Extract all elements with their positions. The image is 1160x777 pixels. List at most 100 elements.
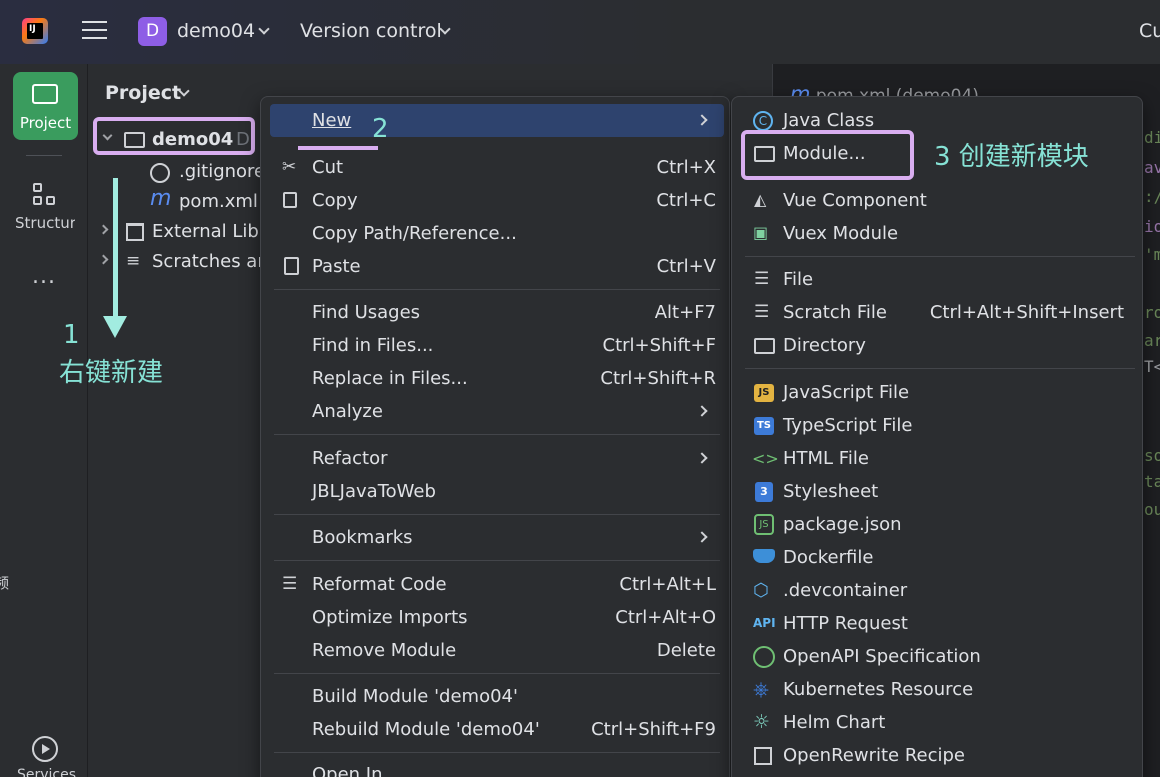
- cut-icon: ✂: [282, 157, 297, 177]
- menu-item-label: Stylesheet: [783, 481, 879, 502]
- menu-item-analyze[interactable]: Analyze: [282, 395, 716, 428]
- menu-item-label: OpenAPI Specification: [783, 646, 981, 667]
- menu-separator: [274, 289, 720, 290]
- tree-item-label: .gitignore: [179, 161, 266, 182]
- menu-item-label: Cut: [312, 157, 344, 178]
- menu-item-bookmarks[interactable]: Bookmarks: [282, 521, 716, 554]
- menu-item-optimize-imports[interactable]: Optimize Imports Ctrl+Alt+O: [282, 601, 716, 634]
- menu-item-remove-module[interactable]: Remove Module Delete: [282, 634, 716, 667]
- submenu-arrow-icon: [696, 531, 708, 543]
- html-icon: <>: [752, 449, 779, 468]
- menu-item-refactor[interactable]: Refactor: [282, 442, 716, 475]
- css-icon: 3: [755, 482, 773, 502]
- menu-item-shortcut: Ctrl+Alt+Shift+Insert: [929, 302, 1124, 323]
- submenu-item-devcontainer[interactable]: ⬡ .devcontainer: [750, 574, 1130, 607]
- code-fragment: :/: [1144, 187, 1160, 206]
- copy-icon: [283, 192, 297, 208]
- menu-item-jbljavatoweb[interactable]: JBLJavaToWeb: [282, 475, 716, 508]
- main-menu-icon[interactable]: [82, 21, 107, 41]
- menu-separator: [745, 368, 1135, 369]
- menu-item-label: Find Usages: [312, 302, 421, 323]
- services-icon[interactable]: [32, 736, 58, 762]
- library-icon: [126, 223, 144, 241]
- menu-item-label: Paste: [312, 256, 361, 277]
- annotation-step2-number: 2: [372, 114, 389, 144]
- intellij-logo-icon[interactable]: IJ: [22, 18, 48, 44]
- submenu-item-dockerfile[interactable]: Dockerfile: [750, 541, 1130, 574]
- menu-item-label: .devcontainer: [783, 580, 908, 601]
- submenu-item-package-json[interactable]: JS package.json: [750, 508, 1130, 541]
- code-fragment: di: [1144, 128, 1160, 147]
- menu-item-copy-path[interactable]: Copy Path/Reference...: [282, 217, 716, 250]
- menu-item-open-in[interactable]: Open In: [282, 758, 716, 777]
- menu-item-replace-in-files[interactable]: Replace in Files... Ctrl+Shift+R: [282, 362, 716, 395]
- menu-item-label: TypeScript File: [783, 415, 913, 436]
- code-fragment: av: [1144, 158, 1160, 177]
- menu-item-shortcut: Ctrl+Shift+F: [602, 335, 716, 356]
- scratches-icon: ≡: [126, 251, 141, 271]
- menu-item-label: Dockerfile: [783, 547, 874, 568]
- menu-item-reformat-code[interactable]: ☰ Reformat Code Ctrl+Alt+L: [282, 568, 716, 601]
- menu-item-label: Open In: [312, 764, 383, 777]
- project-panel-title[interactable]: Project: [105, 82, 181, 104]
- menu-separator: [274, 434, 720, 435]
- openapi-icon: [753, 646, 775, 668]
- titlebar-right-label[interactable]: Cu: [1139, 20, 1160, 42]
- menu-item-build-module[interactable]: Build Module 'demo04': [282, 680, 716, 713]
- submenu-item-directory[interactable]: Directory: [750, 329, 1130, 362]
- submenu-item-http-request[interactable]: API HTTP Request: [750, 607, 1130, 640]
- submenu-arrow-icon: [696, 114, 708, 126]
- menu-item-cut[interactable]: ✂ Cut Ctrl+X: [282, 151, 716, 184]
- maven-icon: m: [150, 186, 172, 211]
- menu-item-rebuild-module[interactable]: Rebuild Module 'demo04' Ctrl+Shift+F9: [282, 713, 716, 746]
- project-tool-button[interactable]: Project: [13, 72, 78, 140]
- submenu-item-stylesheet[interactable]: 3 Stylesheet: [750, 475, 1130, 508]
- paste-icon: [284, 257, 299, 275]
- file-icon: ☰: [754, 269, 770, 289]
- tool-window-strip: [0, 64, 88, 777]
- menu-item-shortcut: Ctrl+X: [656, 157, 716, 178]
- menu-item-find-in-files[interactable]: Find in Files... Ctrl+Shift+F: [282, 329, 716, 362]
- menu-item-paste[interactable]: Paste Ctrl+V: [282, 250, 716, 283]
- docker-icon: [753, 549, 775, 563]
- submenu-item-file[interactable]: ☰ File: [750, 263, 1130, 296]
- menu-item-label: Rebuild Module 'demo04': [312, 719, 540, 740]
- menu-item-label: Copy Path/Reference...: [312, 223, 517, 244]
- submenu-item-openrewrite[interactable]: OpenRewrite Recipe: [750, 739, 1130, 772]
- more-tools-icon[interactable]: ...: [32, 264, 56, 289]
- submenu-item-html[interactable]: <> HTML File: [750, 442, 1130, 475]
- code-fragment: 'm: [1144, 245, 1160, 264]
- submenu-item-vue-component[interactable]: ◭ Vue Component: [750, 184, 1130, 217]
- menu-item-label: HTTP Request: [783, 613, 908, 634]
- ignore-file-icon: [150, 163, 170, 183]
- menu-separator: [274, 514, 720, 515]
- tree-item-label: pom.xml: [179, 191, 258, 212]
- submenu-item-scratch-file[interactable]: ☰ Scratch File Ctrl+Alt+Shift+Insert: [750, 296, 1124, 329]
- services-tool-label[interactable]: Services: [17, 767, 76, 777]
- menu-item-find-usages[interactable]: Find Usages Alt+F7: [282, 296, 716, 329]
- menu-item-label: Replace in Files...: [312, 368, 468, 389]
- structure-tool-label[interactable]: Structur: [15, 214, 75, 232]
- vue-icon: ◭: [754, 190, 767, 209]
- submenu-item-javascript[interactable]: JS JavaScript File: [750, 376, 1130, 409]
- folder-icon: [32, 84, 58, 104]
- submenu-item-typescript[interactable]: TS TypeScript File: [750, 409, 1130, 442]
- submenu-item-vuex-module[interactable]: ▣ Vuex Module: [750, 217, 1130, 250]
- menu-item-copy[interactable]: Copy Ctrl+C: [282, 184, 716, 217]
- menu-item-label: Refactor: [312, 448, 388, 469]
- menu-item-label: JBLJavaToWeb: [312, 481, 436, 502]
- version-control-menu[interactable]: Version control: [300, 20, 442, 42]
- project-tool-label: Project: [19, 114, 72, 132]
- structure-icon[interactable]: [33, 183, 57, 207]
- tree-item-label: External Libr: [152, 221, 267, 242]
- project-switcher[interactable]: demo04: [177, 20, 255, 42]
- submenu-item-helm-chart[interactable]: ☼ Helm Chart: [750, 706, 1130, 739]
- submenu-item-openapi[interactable]: OpenAPI Specification: [750, 640, 1130, 673]
- code-fragment: ta: [1144, 472, 1160, 491]
- annotation-step1-text: 右键新建: [59, 358, 164, 388]
- menu-separator: [274, 752, 720, 753]
- menu-item-new[interactable]: New: [270, 104, 724, 137]
- menu-item-label: Find in Files...: [312, 335, 434, 356]
- submenu-item-kubernetes[interactable]: ⎈ Kubernetes Resource: [750, 673, 1130, 706]
- project-badge[interactable]: D: [138, 17, 167, 46]
